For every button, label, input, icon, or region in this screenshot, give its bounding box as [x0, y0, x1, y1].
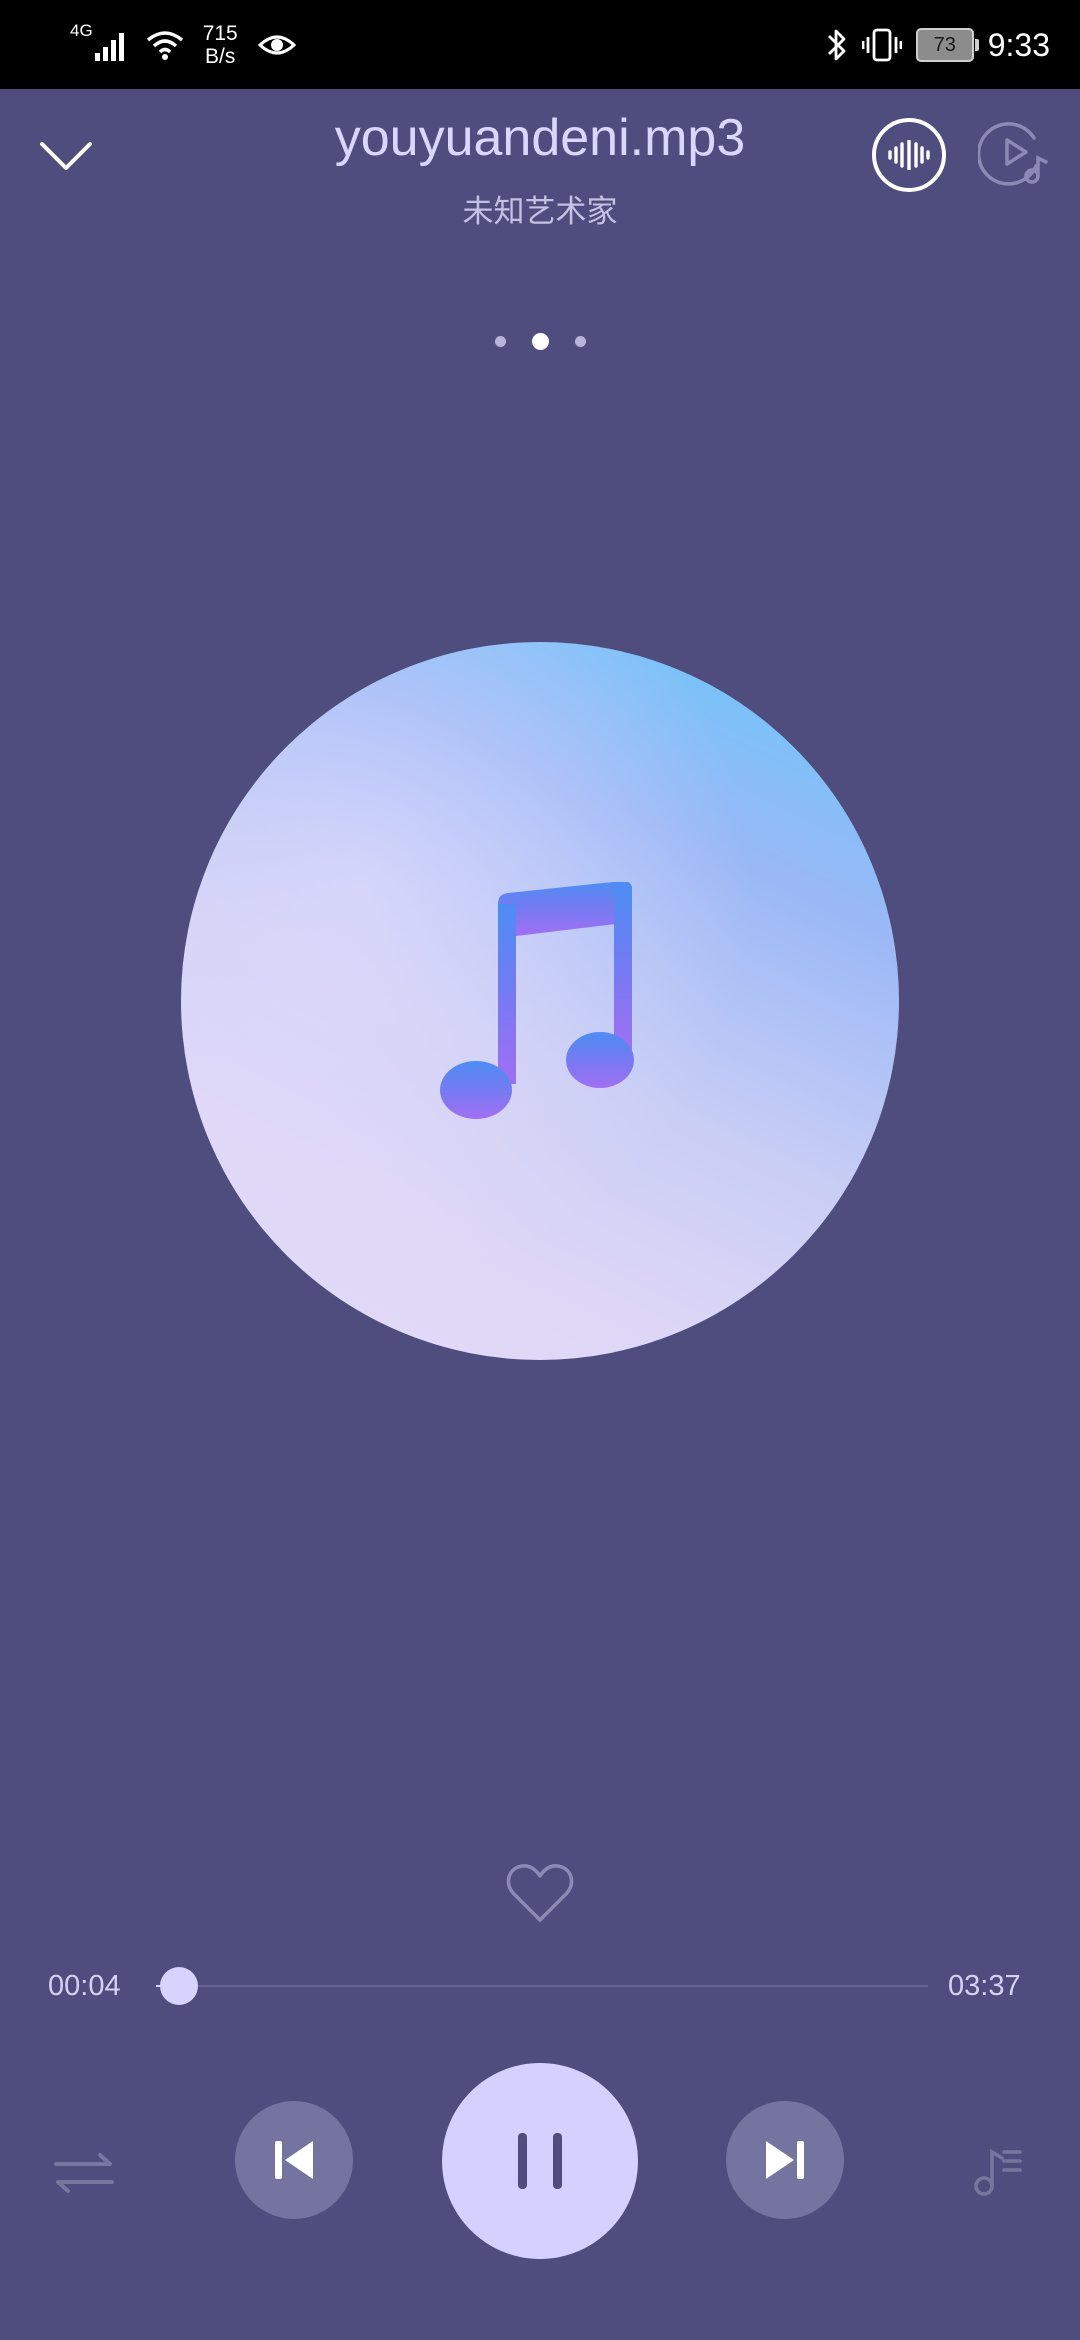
play-music-icon: [976, 122, 1048, 186]
elapsed-time: 00:04: [48, 1970, 121, 2002]
wifi-icon: [146, 31, 183, 60]
network-type-label: 4G: [70, 21, 93, 40]
status-time: 9:33: [987, 26, 1050, 63]
speed-value: 715: [202, 22, 238, 45]
collapse-button[interactable]: [38, 128, 94, 184]
song-title: youyuandeni.mp3: [334, 109, 746, 167]
album-art: [181, 642, 899, 1360]
page-dot[interactable]: [494, 335, 506, 347]
progress-slider[interactable]: [156, 1967, 928, 2005]
pause-button[interactable]: [442, 2063, 638, 2259]
page-indicator[interactable]: [490, 331, 590, 351]
battery-icon: 73: [915, 28, 979, 62]
battery-level: 73: [933, 33, 956, 56]
pause-icon: [518, 2133, 562, 2189]
network-speed: 715 B/s: [203, 22, 238, 68]
chevron-down-icon: [40, 142, 92, 170]
page-dot[interactable]: [574, 335, 586, 347]
eye-icon: [257, 35, 296, 55]
signal-icon: [94, 33, 124, 61]
progress-thumb[interactable]: [160, 1967, 198, 2005]
bluetooth-icon: [827, 29, 846, 61]
heart-icon: [506, 1864, 574, 1922]
previous-button[interactable]: [235, 2101, 353, 2219]
status-bar: 4G 715 B/s 73 9:33: [0, 0, 1080, 89]
sound-effect-button[interactable]: [872, 118, 946, 192]
music-note-icon: [440, 882, 634, 1119]
skip-next-icon: [766, 2141, 804, 2179]
page-dot-active[interactable]: [531, 332, 549, 350]
status-left: 4G 715 B/s: [70, 14, 296, 76]
repeat-button[interactable]: [52, 2140, 116, 2204]
speed-unit: B/s: [205, 45, 236, 68]
artist-name: 未知艺术家: [462, 194, 618, 230]
play-music-button[interactable]: [976, 118, 1052, 192]
vibrate-icon: [861, 28, 902, 62]
total-duration: 03:37: [948, 1970, 1021, 2002]
status-right: 73 9:33: [826, 14, 1050, 76]
like-button[interactable]: [506, 1862, 574, 1926]
next-button[interactable]: [726, 2101, 844, 2219]
skip-previous-icon: [275, 2141, 313, 2179]
repeat-icon: [54, 2153, 114, 2193]
queue-music-icon: [974, 2148, 1022, 2196]
queue-button[interactable]: [966, 2140, 1030, 2204]
sound-wave-icon: [888, 140, 930, 170]
